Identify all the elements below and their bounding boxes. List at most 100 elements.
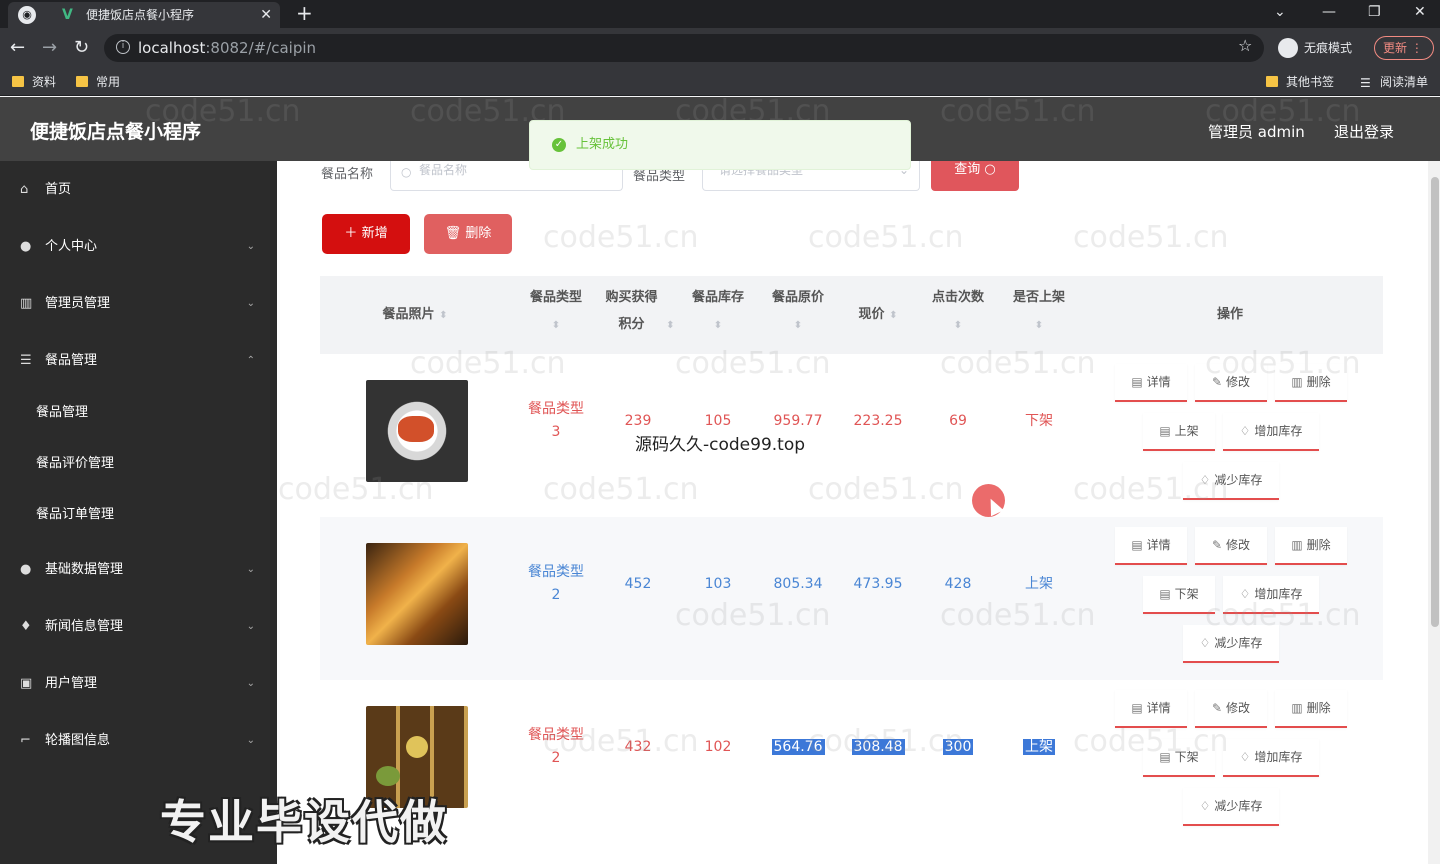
table-row: 餐品类型3 239 105 959.77 223.25 69 下架 ▤ 详情 ✎ 修… (320, 354, 1383, 517)
table-row: 餐品类型2 432 102 564.76 308.48 300 上架 ▤ 详情 ✎… (320, 680, 1383, 843)
detail-button[interactable]: ▤ 详情 (1115, 690, 1187, 728)
chevron-down-icon: ⌄ (246, 621, 255, 632)
edit-button[interactable]: ✎ 修改 (1195, 364, 1267, 402)
op-label: 增加库存 (1254, 750, 1303, 764)
sidebar-subitem-dish-orders[interactable]: 餐品订单管理 (0, 495, 277, 535)
detail-button[interactable]: ▤ 详情 (1115, 364, 1187, 402)
edit-button[interactable]: ✎ 修改 (1195, 690, 1267, 728)
sidebar-item-base-data[interactable]: ● 基础数据管理 ⌄ (0, 550, 277, 590)
sort-icon[interactable]: ⬍ (666, 320, 674, 331)
sort-icon[interactable]: ⬍ (1035, 320, 1043, 331)
new-tab-button[interactable]: + (296, 0, 313, 26)
dish-food-shape (376, 766, 400, 786)
sidebar-item-news[interactable]: ♦ 新闻信息管理 ⌄ (0, 607, 277, 647)
sidebar-item-admins[interactable]: ▥ 管理员管理 ⌄ (0, 284, 277, 324)
back-icon[interactable]: ← (10, 36, 25, 60)
sidebar-item-personal[interactable]: ● 个人中心 ⌄ (0, 227, 277, 267)
sidebar-item-label: 餐品订单管理 (36, 507, 115, 522)
header-price[interactable]: 现价 ⬍ (838, 301, 918, 329)
app-title: 便捷饭店点餐小程序 (30, 121, 202, 143)
add-stock-button[interactable]: ♢ 增加库存 (1223, 739, 1319, 777)
update-button[interactable]: 更新 ⋮ (1374, 36, 1434, 60)
add-button[interactable]: ＋ 新增 (322, 214, 410, 254)
cell-clicks: 300 (918, 736, 998, 759)
delete-button[interactable]: ▥ 删除 (1275, 364, 1347, 402)
restore-icon[interactable]: ❐ (1368, 0, 1381, 24)
header-onsale[interactable]: 是否上架 ⬍ (999, 284, 1079, 339)
edit-button[interactable]: ✎ 修改 (1195, 527, 1267, 565)
bookmark-star-icon[interactable]: ☆ (1238, 36, 1252, 55)
sort-icon[interactable]: ⬍ (714, 320, 722, 331)
incognito-indicator[interactable]: 无痕模式 (1276, 36, 1364, 60)
header-type[interactable]: 餐品类型 ⬍ (516, 284, 596, 339)
dish-photo (366, 543, 468, 645)
cell-type-text: 餐品类型3 (528, 401, 584, 440)
cell-onsale: 上架 (1025, 576, 1053, 592)
sort-icon[interactable]: ⬍ (889, 310, 897, 321)
scrollbar-thumb[interactable] (1431, 177, 1439, 627)
detail-button[interactable]: ▤ 详情 (1115, 527, 1187, 565)
batch-delete-button[interactable]: 🗑 删除 (424, 214, 512, 254)
reload-icon[interactable]: ↻ (74, 36, 89, 60)
sidebar: ⌂ 首页 ● 个人中心 ⌄ ▥ 管理员管理 ⌄ ☰ 餐品管理 ⌃ 餐品管理 餐品… (0, 161, 277, 864)
cell-stock: 102 (704, 739, 732, 755)
op-label: 增加库存 (1254, 587, 1303, 601)
header-label: 餐品照片 (382, 307, 435, 322)
sort-icon[interactable]: ⬍ (794, 320, 802, 331)
reduce-stock-button[interactable]: ♢ 减少库存 (1183, 625, 1279, 663)
header-points[interactable]: 购买获得积分 ⬍ (599, 284, 677, 339)
trash-icon: 🗑 (444, 226, 462, 241)
op-label: 下架 (1174, 750, 1199, 764)
op-label: 上架 (1174, 424, 1199, 438)
query-button[interactable]: 查询 ○ (931, 161, 1019, 191)
sidebar-item-home[interactable]: ⌂ 首页 (0, 170, 277, 210)
header-clicks[interactable]: 点击次数 ⬍ (918, 284, 998, 339)
cell-price: 223.25 (853, 413, 903, 429)
sort-icon[interactable]: ⬍ (954, 320, 962, 331)
bookmark-folder[interactable]: 资料 (12, 74, 56, 90)
sort-icon[interactable]: ⬍ (439, 310, 447, 321)
url-path: :8082/#/caipin (205, 39, 317, 57)
sidebar-subitem-dish-management[interactable]: 餐品管理 (0, 393, 277, 433)
other-bookmarks[interactable]: 其他书签 (1266, 74, 1334, 90)
folder-icon (76, 76, 88, 87)
sidebar-item-carousel[interactable]: ⌐ 轮播图信息 ⌄ (0, 721, 277, 761)
logout-link[interactable]: 退出登录 (1334, 121, 1394, 142)
cell-type: 餐品类型2 (516, 561, 596, 607)
table-row: 餐品类型2 452 103 805.34 473.95 428 上架 ▤ 详情 ✎… (320, 517, 1383, 680)
toggle-sale-button[interactable]: ▤ 上架 (1143, 413, 1215, 451)
close-window-icon[interactable]: ✕ (1414, 0, 1426, 24)
header-photo[interactable]: 餐品照片 ⬍ (360, 301, 470, 329)
page-scrollbar[interactable] (1428, 161, 1440, 864)
tab-search-icon[interactable]: ⌄ (1274, 0, 1286, 24)
browser-tab[interactable]: ◉ V 便捷饭店点餐小程序 ✕ (8, 2, 280, 28)
delete-button[interactable]: ▥ 删除 (1275, 527, 1347, 565)
calendar-icon: ▣ (20, 676, 33, 691)
tab-close-icon[interactable]: ✕ (260, 2, 272, 28)
url-input[interactable]: i localhost:8082/#/caipin (104, 34, 1264, 62)
sidebar-subitem-dish-reviews[interactable]: 餐品评价管理 (0, 444, 277, 484)
sidebar-item-dishes[interactable]: ☰ 餐品管理 ⌃ (0, 341, 277, 381)
toggle-sale-button[interactable]: ▤ 下架 (1143, 576, 1215, 614)
add-stock-button[interactable]: ♢ 增加库存 (1223, 413, 1319, 451)
header-stock[interactable]: 餐品库存 ⬍ (678, 284, 758, 339)
reading-list-label: 阅读清单 (1380, 75, 1429, 89)
forward-icon[interactable]: → (42, 36, 57, 60)
reduce-stock-button[interactable]: ♢ 减少库存 (1183, 788, 1279, 826)
sidebar-item-label: 轮播图信息 (45, 733, 111, 748)
reduce-stock-button[interactable]: ♢ 减少库存 (1183, 462, 1279, 500)
site-info-icon[interactable]: i (116, 40, 130, 54)
minimize-icon[interactable]: — (1322, 0, 1336, 24)
add-stock-button[interactable]: ♢ 增加库存 (1223, 576, 1319, 614)
document-icon: ▤ (1131, 701, 1143, 715)
delete-button[interactable]: ▥ 删除 (1275, 690, 1347, 728)
main-content: 餐品名称 ○ 餐品名称 餐品类型 请选择餐品类型 ⌄ 查询 ○ ＋ 新增 🗑 删… (277, 161, 1428, 864)
sort-icon[interactable]: ⬍ (552, 320, 560, 331)
bookmark-folder[interactable]: 常用 (76, 74, 120, 90)
reading-list[interactable]: ☰ 阅读清单 (1360, 74, 1428, 90)
sidebar-item-users[interactable]: ▣ 用户管理 ⌄ (0, 664, 277, 704)
toggle-sale-button[interactable]: ▤ 下架 (1143, 739, 1215, 777)
header-original[interactable]: 餐品原价 ⬍ (758, 284, 838, 339)
op-label: 详情 (1146, 375, 1171, 389)
sidebar-item-label: 餐品管理 (45, 353, 98, 368)
